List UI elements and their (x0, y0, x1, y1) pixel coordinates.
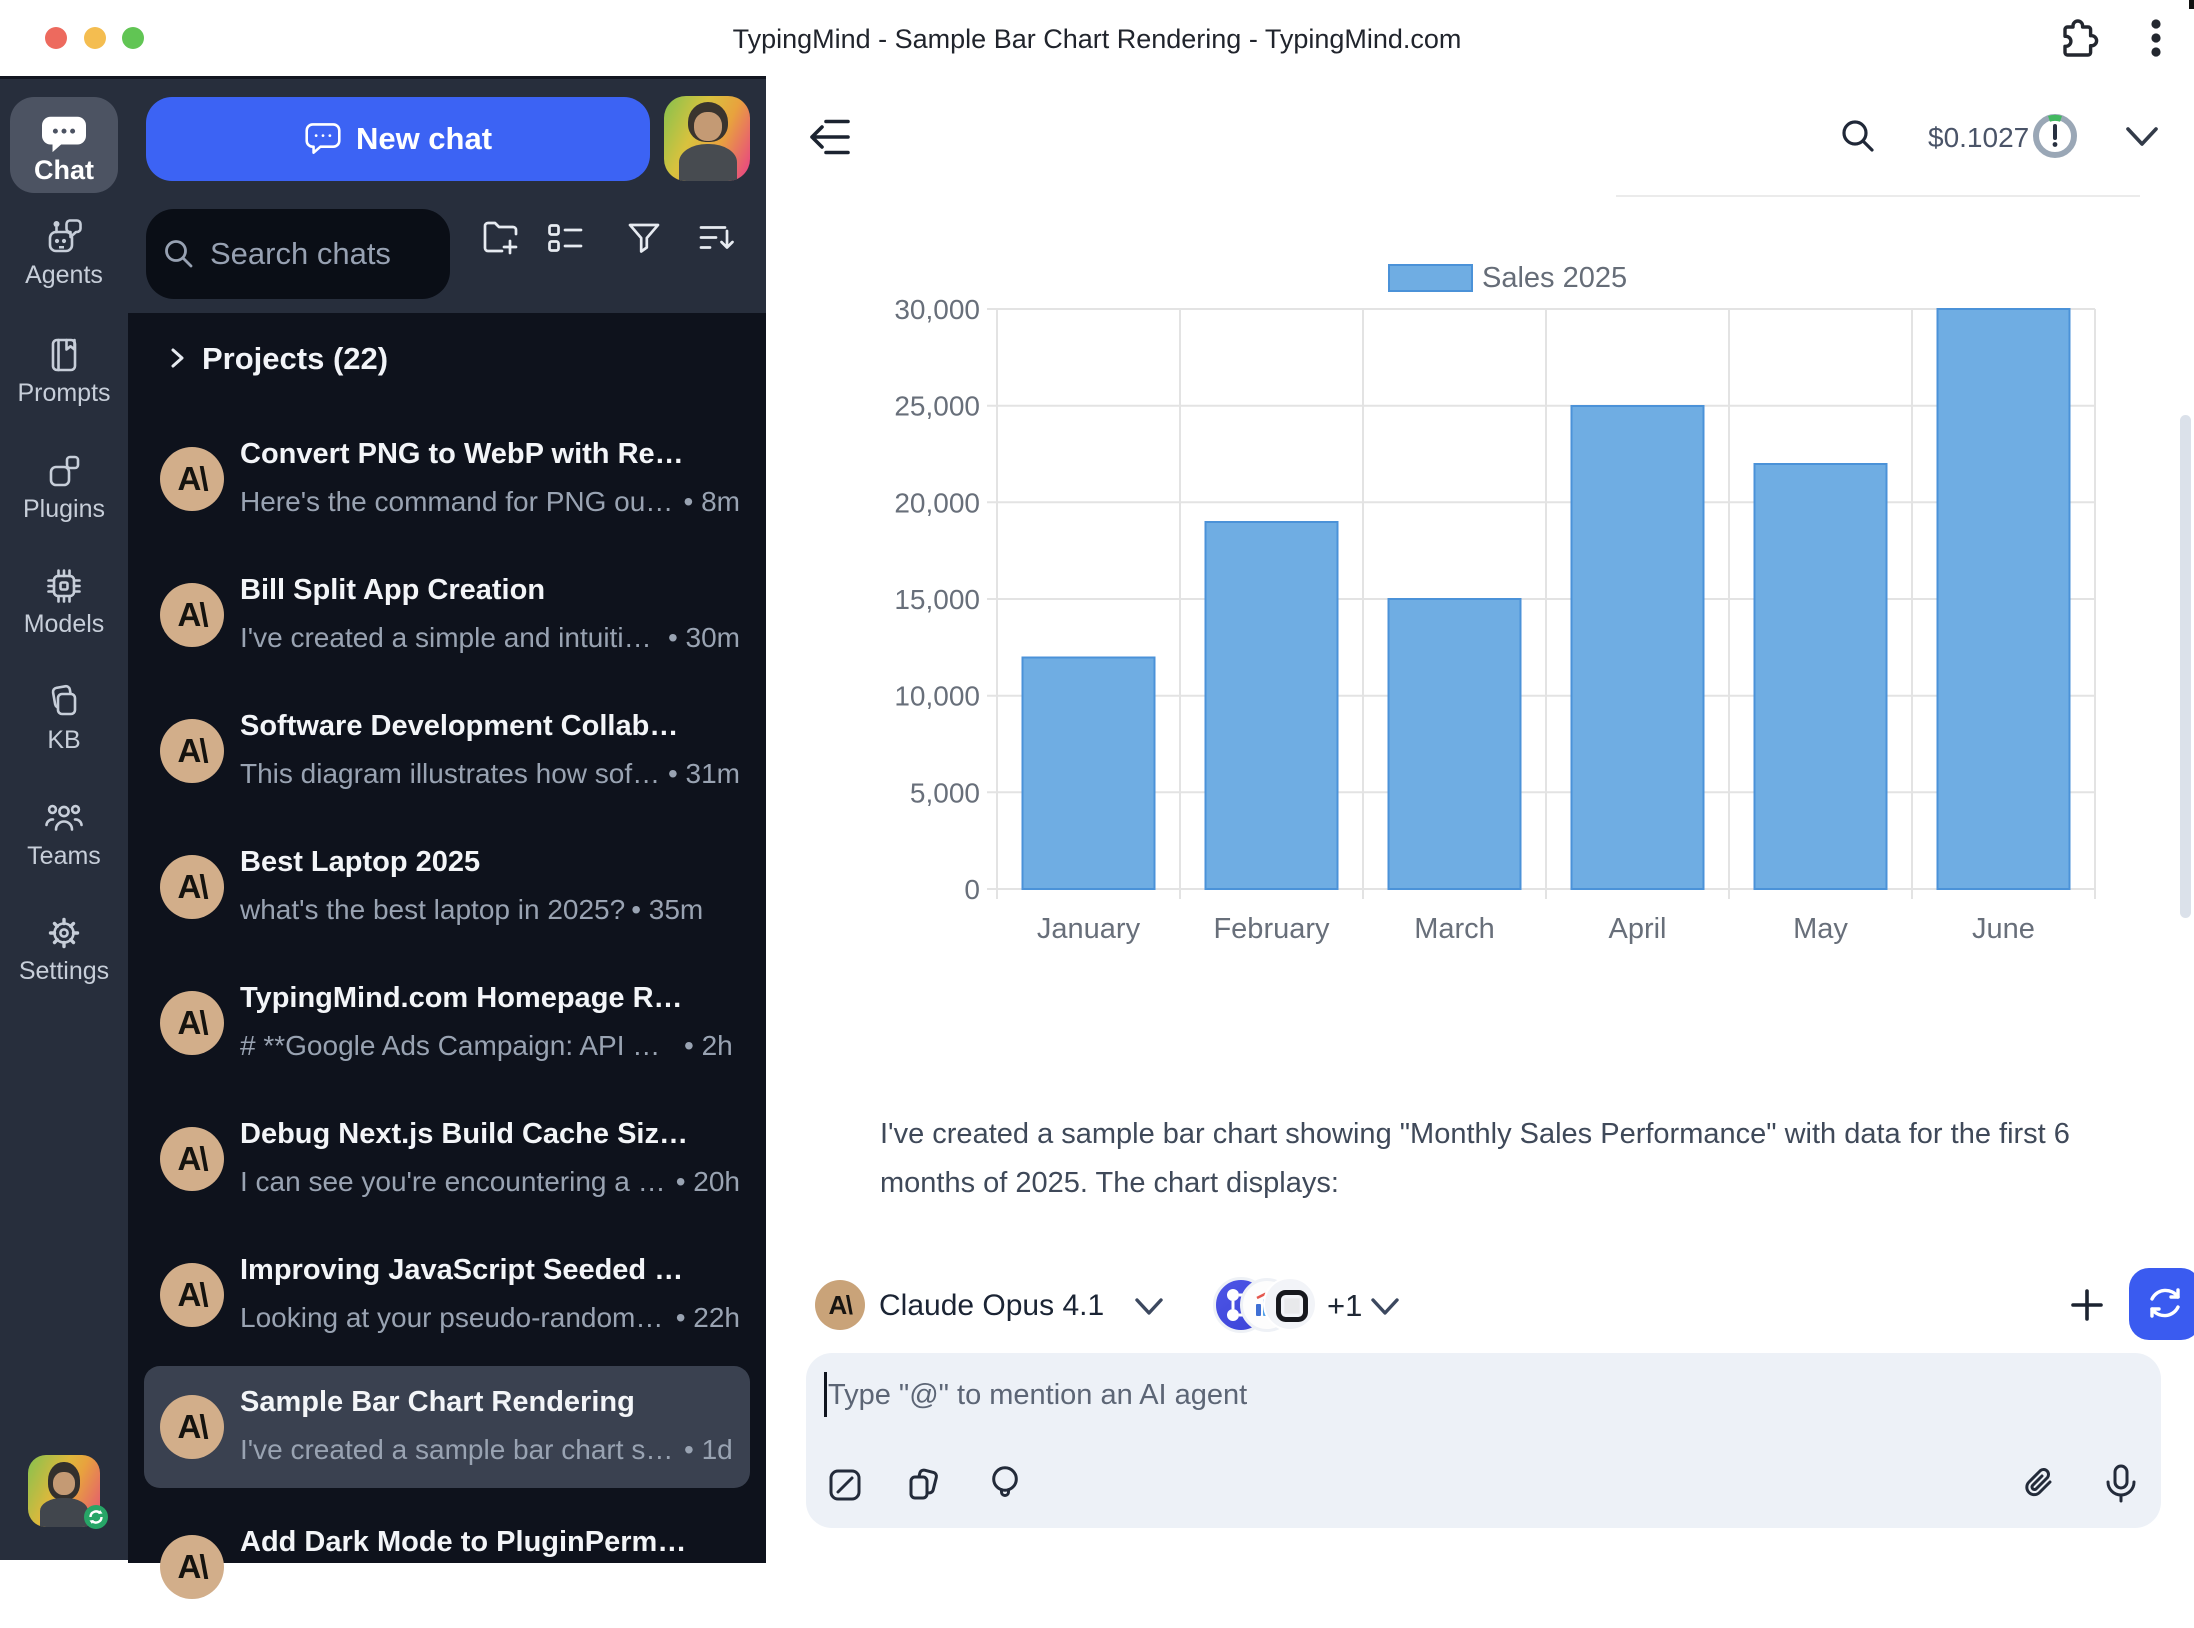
svg-text:February: February (1213, 913, 1330, 945)
svg-text:20,000: 20,000 (894, 487, 980, 518)
svg-text:April: April (1608, 913, 1666, 945)
svg-text:25,000: 25,000 (894, 391, 980, 422)
svg-text:May: May (1793, 913, 1848, 945)
svg-text:15,000: 15,000 (894, 584, 980, 615)
svg-text:January: January (1037, 913, 1141, 945)
svg-text:March: March (1414, 913, 1495, 945)
svg-text:10,000: 10,000 (894, 681, 980, 712)
svg-text:30,000: 30,000 (894, 294, 980, 325)
svg-text:0: 0 (964, 874, 980, 905)
svg-text:Sales 2025: Sales 2025 (1482, 262, 1627, 294)
svg-text:5,000: 5,000 (910, 777, 980, 808)
svg-text:June: June (1972, 913, 2035, 945)
